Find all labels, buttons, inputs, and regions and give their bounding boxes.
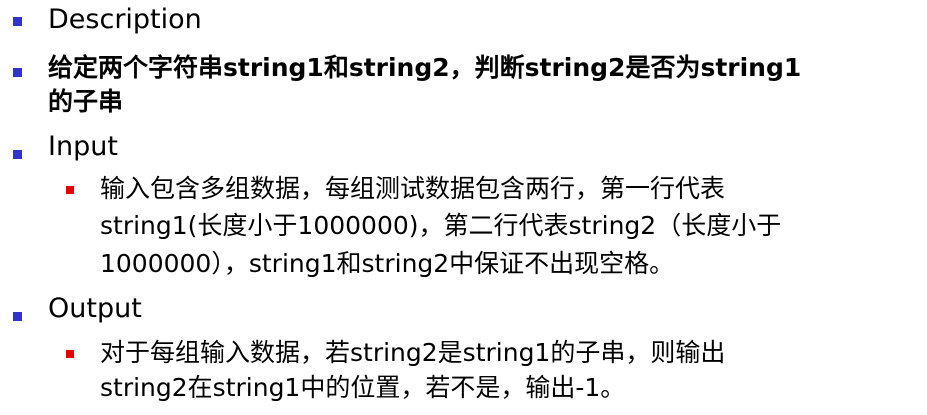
bullet-square-icon [13,312,22,321]
output-description-line: string2在string1中的位置，若不是，输出-1。 [100,373,626,402]
bullet-square-icon [13,150,22,159]
description-heading: Description [48,4,202,35]
problem-statement-line: 的子串 [48,87,124,116]
bullet-square-icon [13,17,22,26]
input-description-line: 1000000），string1和string2中保证不出现空格。 [100,249,675,278]
slide-content: Description 给定两个字符串string1和string2，判断str… [0,0,927,415]
input-heading: Input [48,131,118,162]
input-description-line: string1(长度小于1000000)，第二行代表string2（长度小于 [100,211,782,240]
output-description-line: 对于每组输入数据，若string2是string1的子串，则输出 [100,338,726,367]
problem-statement-line: 给定两个字符串string1和string2，判断string2是否为strin… [48,53,802,82]
sub-bullet-square-icon [66,186,74,194]
input-description-line: 输入包含多组数据，每组测试数据包含两行，第一行代表 [100,174,726,203]
sub-bullet-square-icon [66,350,74,358]
output-heading: Output [48,293,142,324]
bullet-square-icon [13,68,22,77]
